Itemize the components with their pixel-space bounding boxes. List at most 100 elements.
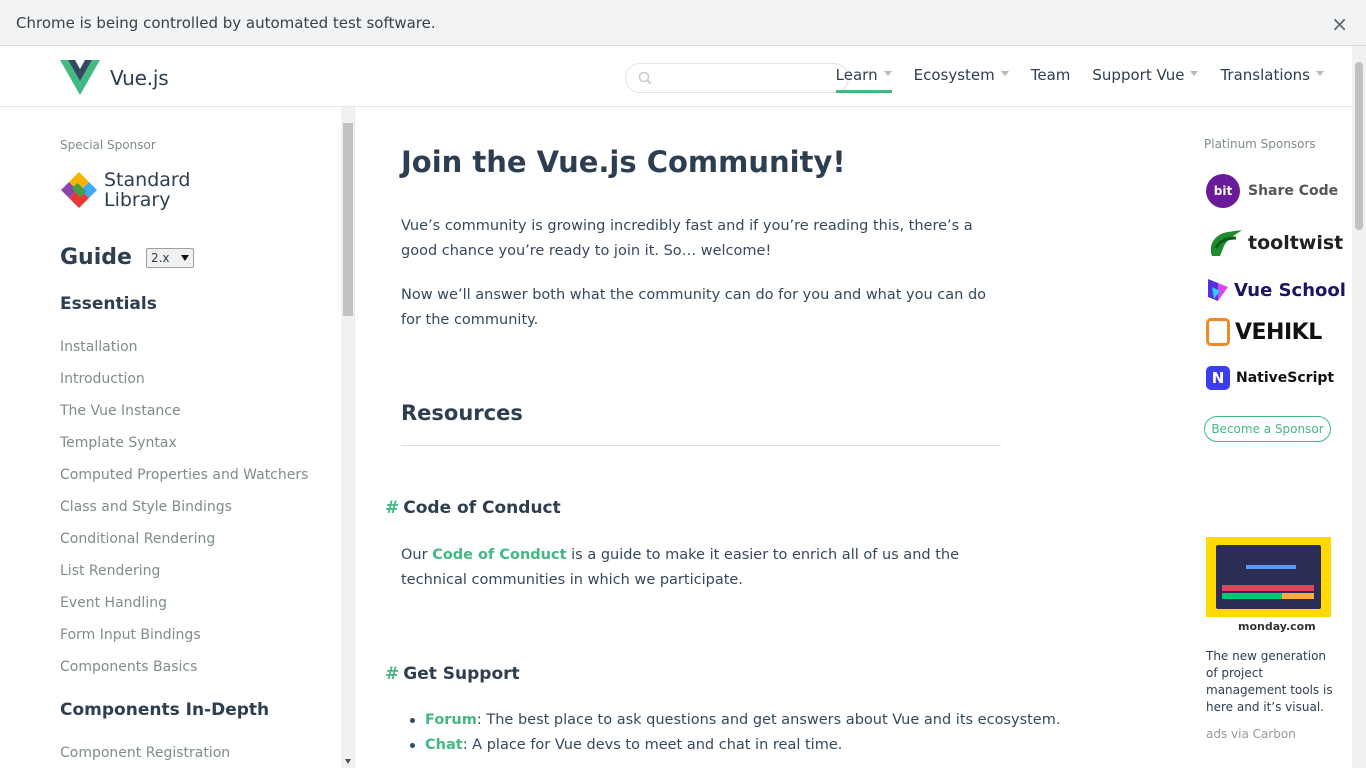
guide-title: Guide (60, 245, 132, 270)
sponsor-nativescript-name: NativeScript (1236, 370, 1335, 386)
sponsor-tooltwist-name: tooltwist (1248, 232, 1344, 254)
infobar-close-icon[interactable]: × (1331, 12, 1348, 36)
become-sponsor-button[interactable]: Become a Sponsor (1204, 416, 1331, 442)
sidebar-link-computed-properties[interactable]: Computed Properties and Watchers (60, 467, 308, 483)
chevron-down-icon (883, 71, 892, 76)
logo-text: Vue.js (110, 66, 169, 90)
sidebar-link-form-input-bindings[interactable]: Form Input Bindings (60, 627, 201, 643)
tooltwist-logo-icon (1210, 230, 1242, 256)
vue-logo-link[interactable]: Vue.js (60, 60, 169, 96)
infobar-message: Chrome is being controlled by automated … (16, 13, 436, 32)
chevron-down-icon (1000, 71, 1009, 76)
nav-ecosystem[interactable]: Ecosystem (914, 66, 1009, 90)
coc-prefix: Our (401, 547, 433, 563)
section-components-in-depth: Components In-Depth (60, 700, 270, 720)
nav-team-label: Team (1030, 66, 1071, 84)
intro-paragraph-2: Now we’ll answer both what the community… (401, 287, 987, 328)
page-scrollbar[interactable] (1352, 46, 1366, 768)
nav-translations-label: Translations (1220, 66, 1310, 84)
ad-bar (1222, 585, 1314, 591)
ad-bar (1246, 565, 1296, 569)
sponsor-bit[interactable]: bit Share Code (1206, 174, 1338, 208)
list-item: Chat: A place for Vue devs to meet and c… (410, 733, 1005, 758)
bit-logo-icon: bit (1206, 174, 1240, 208)
guide-header: Guide 2.x (60, 245, 194, 270)
sidebar-link-class-style-bindings[interactable]: Class and Style Bindings (60, 499, 232, 515)
sidebar-link-installation[interactable]: Installation (60, 339, 138, 355)
ad-bar (1222, 593, 1282, 599)
chevron-down-icon (180, 254, 189, 261)
sidebar-link-component-registration[interactable]: Component Registration (60, 745, 230, 761)
code-of-conduct-link[interactable]: Code of Conduct (432, 547, 566, 563)
resources-heading: Resources (401, 401, 523, 425)
sidebar-link-vue-instance[interactable]: The Vue Instance (60, 403, 181, 419)
forum-description: : The best place to ask questions and ge… (476, 712, 1061, 728)
support-list: Forum: The best place to ask questions a… (410, 708, 1060, 758)
special-sponsor-title: Special Sponsor (60, 138, 156, 152)
nav-translations[interactable]: Translations (1220, 66, 1324, 90)
ad-screenshot (1216, 545, 1321, 609)
nav-team[interactable]: Team (1031, 66, 1071, 90)
version-select[interactable]: 2.x (145, 247, 194, 268)
carbon-ad-image[interactable] (1206, 537, 1331, 617)
code-of-conduct-paragraph: Our Code of Conduct is a guide to make i… (401, 543, 1001, 593)
chat-link[interactable]: Chat (425, 737, 463, 753)
search-input[interactable] (658, 68, 838, 88)
vue-logo-icon (60, 60, 100, 95)
standard-library-line1: Standard (104, 169, 191, 191)
sidebar-link-event-handling[interactable]: Event Handling (60, 595, 167, 611)
sidebar-link-conditional-rendering[interactable]: Conditional Rendering (60, 531, 215, 547)
anchor-hash-link[interactable]: # (385, 664, 399, 684)
get-support-title: Get Support (403, 664, 520, 684)
search-icon (638, 71, 652, 85)
standard-library-logo-icon (61, 172, 97, 208)
site-header: Vue.js Learn Ecosystem Team Support Vue … (0, 46, 1352, 107)
scroll-down-arrow-icon[interactable] (345, 759, 351, 764)
section-essentials: Essentials (60, 294, 157, 314)
standard-library-line2: Library (104, 189, 171, 211)
sidebar-scrollbar[interactable] (341, 107, 354, 768)
nav-learn-label: Learn (835, 66, 878, 84)
sponsor-nativescript[interactable]: N NativeScript (1206, 366, 1334, 390)
platinum-sponsors-title: Platinum Sponsors (1204, 137, 1316, 151)
sidebar: Special Sponsor Standard Library Guide 2… (0, 107, 355, 768)
nav-ecosystem-label: Ecosystem (913, 66, 995, 84)
vue-school-logo-icon (1208, 279, 1228, 301)
main-nav: Learn Ecosystem Team Support Vue Transla… (814, 66, 1324, 93)
chevron-down-icon (1316, 71, 1324, 76)
chevron-down-icon (1190, 71, 1199, 76)
sponsor-vue-school-name: Vue School (1234, 279, 1346, 301)
version-value: 2.x (150, 250, 170, 265)
nav-support-vue[interactable]: Support Vue (1092, 66, 1199, 90)
sponsor-vehikl[interactable]: VEHIKL (1206, 318, 1322, 346)
sidebar-link-list-rendering[interactable]: List Rendering (60, 563, 160, 579)
automation-infobar: Chrome is being controlled by automated … (0, 0, 1366, 46)
ad-bar (1282, 593, 1314, 599)
sponsor-vue-school[interactable]: Vue School (1206, 277, 1346, 303)
sidebar-scrollbar-thumb[interactable] (343, 123, 353, 316)
ad-text[interactable]: The new generation of project management… (1206, 648, 1334, 716)
page-scrollbar-thumb[interactable] (1355, 62, 1363, 230)
sidebar-link-template-syntax[interactable]: Template Syntax (60, 435, 177, 451)
page-title: Join the Vue.js Community! (401, 145, 846, 179)
anchor-hash-link[interactable]: # (385, 498, 399, 518)
nativescript-logo-icon: N (1206, 366, 1230, 390)
nav-support-vue-label: Support Vue (1092, 66, 1185, 84)
nav-learn[interactable]: Learn (835, 66, 892, 93)
get-support-heading: # Get Support (385, 664, 520, 684)
standard-library-sponsor[interactable]: Standard Library (60, 170, 190, 210)
list-item: Forum: The best place to ask questions a… (410, 708, 1060, 733)
sponsor-bit-name: Share Code (1248, 183, 1339, 199)
sponsor-tooltwist[interactable]: tooltwist (1206, 226, 1343, 260)
ad-via-carbon[interactable]: ads via Carbon (1206, 727, 1296, 741)
vehikl-logo-icon (1206, 318, 1230, 346)
sidebar-link-introduction[interactable]: Introduction (60, 371, 145, 387)
intro-paragraph-1: Vue’s community is growing incredibly fa… (401, 218, 973, 259)
standard-library-name: Standard Library (104, 170, 190, 210)
divider (401, 445, 1001, 446)
forum-link[interactable]: Forum (425, 712, 477, 728)
sidebar-link-components-basics[interactable]: Components Basics (60, 659, 197, 675)
code-of-conduct-heading: # Code of Conduct (385, 498, 561, 518)
chat-description: : A place for Vue devs to meet and chat … (462, 737, 843, 753)
code-of-conduct-title: Code of Conduct (403, 498, 561, 518)
